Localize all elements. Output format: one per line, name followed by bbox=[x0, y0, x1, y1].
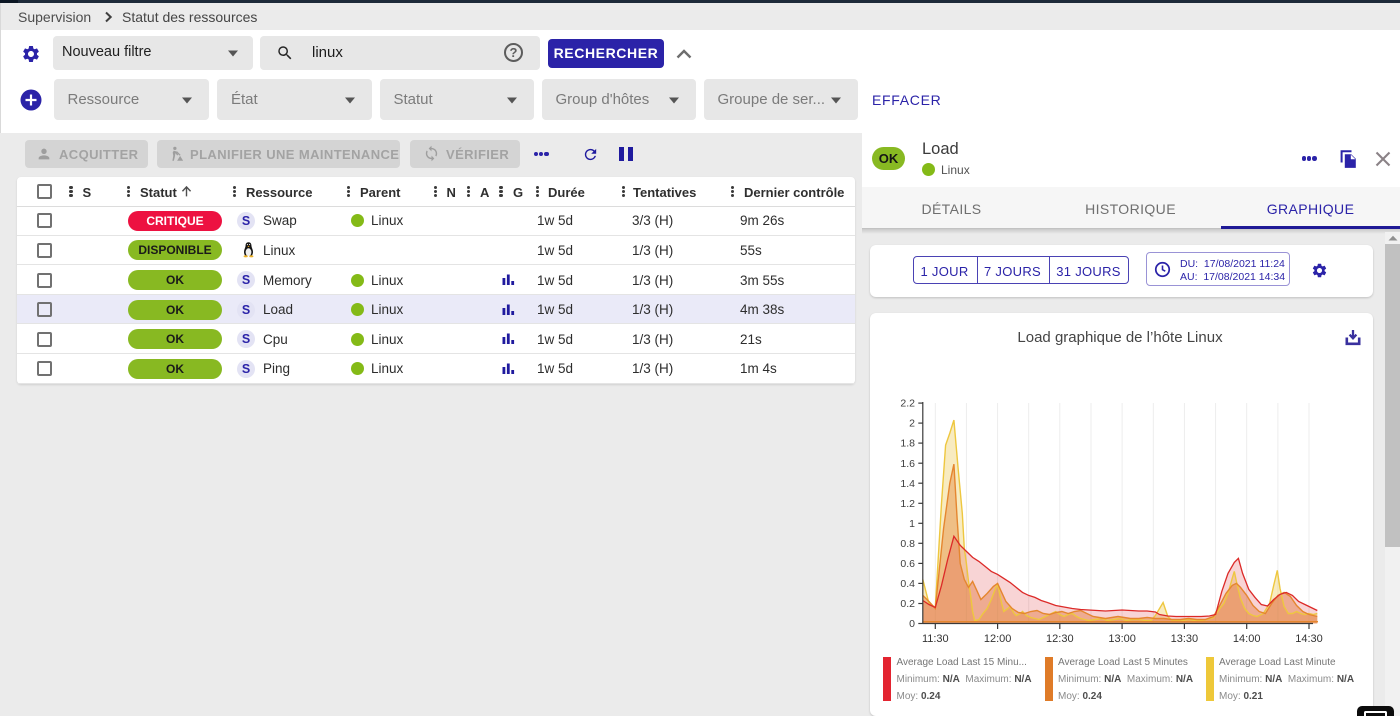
svg-text:2: 2 bbox=[909, 418, 915, 430]
svg-text:0.6: 0.6 bbox=[900, 558, 915, 570]
svg-text:13:30: 13:30 bbox=[1171, 633, 1199, 645]
svg-text:0: 0 bbox=[909, 618, 915, 630]
svg-text:12:00: 12:00 bbox=[984, 633, 1012, 645]
svg-text:11:30: 11:30 bbox=[922, 633, 949, 645]
svg-text:0.2: 0.2 bbox=[900, 598, 915, 610]
svg-text:1.8: 1.8 bbox=[900, 438, 915, 450]
svg-text:1.2: 1.2 bbox=[900, 498, 915, 510]
svg-text:14:30: 14:30 bbox=[1295, 633, 1323, 645]
svg-text:14:00: 14:00 bbox=[1233, 633, 1261, 645]
svg-text:1: 1 bbox=[909, 518, 915, 530]
svg-text:1.6: 1.6 bbox=[900, 458, 915, 470]
svg-text:13:00: 13:00 bbox=[1108, 633, 1136, 645]
svg-text:1.4: 1.4 bbox=[900, 478, 915, 490]
svg-text:0.8: 0.8 bbox=[900, 538, 915, 550]
svg-text:2.2: 2.2 bbox=[900, 398, 915, 410]
svg-text:12:30: 12:30 bbox=[1046, 633, 1074, 645]
svg-text:0.4: 0.4 bbox=[900, 578, 915, 590]
